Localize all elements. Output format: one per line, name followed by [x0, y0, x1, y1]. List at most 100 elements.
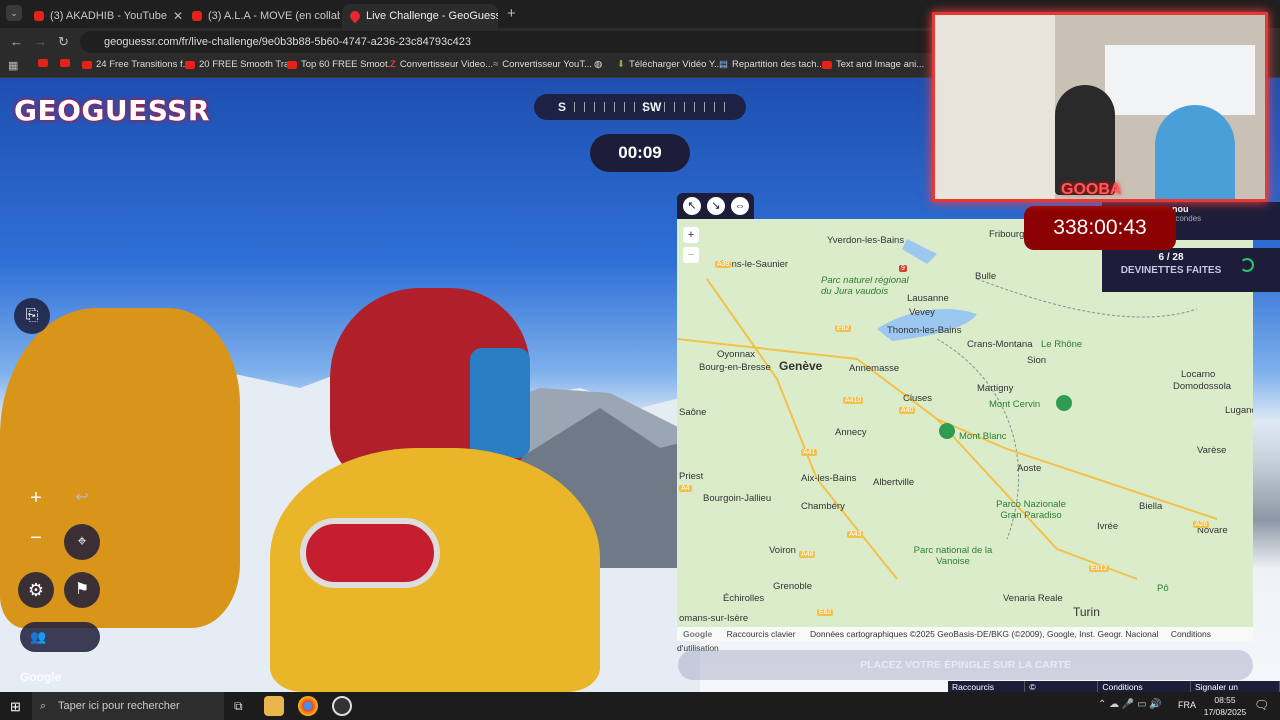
- map-city-label: Albertville: [873, 477, 915, 488]
- taskbar-search[interactable]: ⌕ Taper ici pour rechercher: [32, 692, 224, 720]
- windows-taskbar: ⊞ ⌕ Taper ici pour rechercher ⧉ ⌃ ☁ 🎤 ▭ …: [0, 692, 1280, 720]
- keyboard-shortcuts-link[interactable]: Raccourcis clavier: [727, 629, 796, 639]
- file-explorer-icon[interactable]: [264, 696, 284, 716]
- bookmark-youtube-2[interactable]: [60, 59, 70, 67]
- tray-icons[interactable]: ⌃ ☁ 🎤 ▭ 🔊: [1098, 699, 1162, 710]
- keyboard-language[interactable]: FRA: [1178, 700, 1196, 710]
- bookmark-item[interactable]: 24 Free Transitions f...: [82, 59, 191, 70]
- bookmark-item[interactable]: ⬇ Télécharger Vidéo Y...: [617, 59, 722, 70]
- compass-label-s: S: [558, 100, 567, 114]
- map-park-label: Parc naturel régional du Jura vaudois: [821, 275, 909, 297]
- road-badge: E62: [817, 609, 834, 616]
- bookmark-item[interactable]: Z Convertisseur Video...: [390, 59, 493, 70]
- road-badge: A43: [847, 531, 864, 538]
- clock-time[interactable]: 08:55: [1202, 695, 1248, 705]
- tab-youtube-1[interactable]: (3) AKADHIB - YouTube ✕: [26, 4, 182, 28]
- google-watermark: Google: [20, 670, 62, 684]
- url-text: geoguessr.com/fr/live-challenge/9e0b3b88…: [104, 36, 471, 48]
- map-region-label: Le Rhône: [1041, 339, 1083, 350]
- back-icon[interactable]: ←: [10, 34, 23, 49]
- players-button[interactable]: 👥: [20, 622, 100, 652]
- doc-icon: ▤: [719, 59, 728, 70]
- webcam-person-2: [1155, 105, 1235, 199]
- bookmark-label: Text and Image ani...: [836, 59, 925, 70]
- expand-map-icon[interactable]: ↖: [683, 197, 701, 215]
- webcam-person-1: [1055, 85, 1115, 195]
- tab-youtube-2[interactable]: (3) A.L.A - MOVE (en collab ✕: [184, 4, 340, 28]
- map-city-label: Genève: [779, 359, 823, 373]
- new-tab-icon[interactable]: +: [507, 5, 516, 22]
- undo-icon[interactable]: ↩: [64, 480, 100, 516]
- progress-count: 6 / 28: [1158, 252, 1184, 263]
- bookmark-item[interactable]: ≈ Convertisseur YouT...: [493, 59, 592, 70]
- map-peak-label: Mont Blanc: [959, 431, 1007, 442]
- camera-switch-icon[interactable]: ⎘: [14, 298, 50, 334]
- webcam-banner: GOOBA: [1061, 181, 1122, 198]
- map-city-label: Vevey: [909, 307, 935, 318]
- map-zoom-out-button[interactable]: −: [683, 247, 699, 263]
- map-city-label: Domodossola: [1173, 381, 1232, 392]
- reload-icon[interactable]: ↻: [58, 34, 69, 50]
- windows-start-icon[interactable]: ⊞: [10, 699, 21, 715]
- map-city-label: Locarno: [1181, 369, 1216, 380]
- map-city-label: omans-sur-Isère: [679, 613, 749, 624]
- players-icon: 👥: [30, 629, 47, 644]
- apps-grid-icon[interactable]: ▦: [8, 59, 18, 72]
- zoom-in-button[interactable]: +: [18, 480, 54, 516]
- youtube-icon: [287, 60, 297, 69]
- search-icon: ⌕: [40, 700, 47, 712]
- task-view-icon[interactable]: ⧉: [234, 699, 243, 714]
- download-icon: ⬇: [617, 59, 625, 70]
- compass-bar: S SW: [534, 94, 746, 120]
- map-size-controls: ↖ ↘ ⇔: [677, 193, 754, 219]
- road-badge: 9: [899, 265, 907, 272]
- notification-icon[interactable]: 🗨: [1254, 698, 1269, 712]
- bookmark-item[interactable]: Top 60 FREE Smoot...: [287, 59, 396, 70]
- chrome-icon[interactable]: [298, 696, 318, 716]
- road-badge: A4: [679, 485, 692, 492]
- youtube-icon: [822, 60, 832, 69]
- youtube-icon: [185, 60, 195, 69]
- close-tab-icon[interactable]: ✕: [173, 9, 182, 23]
- bookmark-item[interactable]: 20 FREE Smooth Tra...: [185, 59, 297, 70]
- zoom-out-button[interactable]: −: [18, 520, 54, 556]
- webcam-wall: [935, 15, 1055, 199]
- settings-gear-icon[interactable]: ⚙: [18, 572, 54, 608]
- flag-icon[interactable]: ⚑: [64, 572, 100, 608]
- webcam-window: [1105, 45, 1255, 115]
- map-city-label: Annemasse: [849, 363, 900, 374]
- tab-geoguessr[interactable]: Live Challenge - GeoGuessr ✕: [342, 4, 498, 28]
- bookmark-item[interactable]: Text and Image ani...: [822, 59, 924, 70]
- pin-map-icon[interactable]: ⇔: [731, 197, 749, 215]
- forward-icon[interactable]: →: [34, 34, 47, 49]
- bookmark-label: Convertisseur Video...: [399, 59, 494, 70]
- map-city-label: Voiron: [769, 545, 796, 556]
- map-city-label: Annecy: [835, 427, 867, 438]
- map-attribution: Google Raccourcis clavier Données cartog…: [677, 627, 1253, 653]
- map-city-label: Bulle: [975, 271, 997, 282]
- obs-icon[interactable]: [332, 696, 352, 716]
- bookmark-youtube[interactable]: [38, 59, 48, 67]
- goggles: [300, 518, 440, 588]
- return-to-start-icon[interactable]: ⌖: [64, 524, 100, 560]
- tab-search-icon[interactable]: ⌄: [6, 5, 22, 21]
- map-city-label: Cluses: [903, 393, 933, 404]
- bookmark-label: Repartition des tach...: [731, 59, 825, 70]
- url-field[interactable]: geoguessr.com/fr/live-challenge/9e0b3b88…: [80, 31, 940, 53]
- youtube-icon: [38, 59, 48, 67]
- map-city-label: Biella: [1139, 501, 1163, 512]
- place-pin-button[interactable]: PLACEZ VOTRE ÉPINGLE SUR LA CARTE: [678, 650, 1253, 680]
- clock-date[interactable]: 17/08/2025: [1200, 707, 1250, 717]
- bookmark-globe[interactable]: ◍: [594, 59, 602, 70]
- shrink-map-icon[interactable]: ↘: [707, 197, 725, 215]
- round-timer: 00:09: [590, 134, 690, 172]
- youtube-icon: [82, 60, 92, 69]
- bookmark-item[interactable]: ▤ Repartition des tach...: [719, 59, 824, 70]
- map-zoom-in-button[interactable]: +: [683, 227, 699, 243]
- road-badge: E62: [835, 325, 852, 332]
- road-badge: A39: [715, 261, 732, 268]
- progress-label: DEVINETTES FAITES: [1120, 265, 1222, 276]
- map-city-label: Échirolles: [723, 593, 765, 604]
- road-badge: E612: [1089, 565, 1110, 572]
- climber-backpack: [470, 348, 530, 458]
